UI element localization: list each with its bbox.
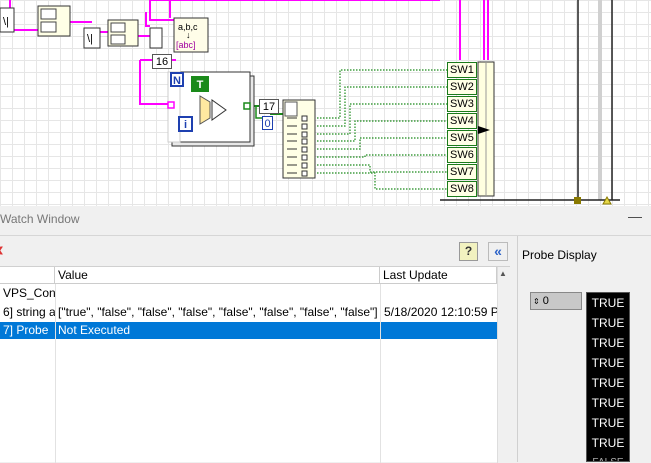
spreadsheet-string-node: a,b,c ↓ [abc] [173, 17, 209, 53]
loop-iteration-terminal[interactable]: i [178, 116, 193, 132]
probe-value: TRUE [591, 376, 625, 390]
probe-boolean-array: TRUE TRUE TRUE TRUE TRUE TRUE TRUE TRUE FALSE [586, 292, 630, 462]
row-value: ["true", "false", "false", "false", "fal… [58, 305, 378, 319]
row-name: VPS_Contr [3, 286, 55, 300]
probe-title: Probe Display [522, 248, 597, 262]
help-button[interactable]: ? [459, 242, 478, 261]
probe-value: TRUE [591, 356, 625, 370]
scroll-up-icon[interactable]: ▲ [499, 269, 507, 278]
probe-value: TRUE [591, 296, 625, 310]
probe-value: FALSE [587, 453, 629, 461]
index-array-node [282, 99, 316, 179]
const-16[interactable]: 16 [152, 54, 172, 69]
svg-text:↓: ↓ [186, 30, 191, 40]
true-constant[interactable]: T [191, 76, 209, 92]
table-row-selected[interactable]: 7] Probe Not Executed [0, 322, 497, 339]
array-index-control[interactable]: ⇕ 0 [530, 292, 582, 310]
array-index-value: 0 [542, 295, 549, 307]
svg-text:\|: \| [87, 33, 93, 45]
row-value [55, 285, 380, 303]
minimize-icon[interactable]: — [628, 208, 642, 224]
row-update [381, 322, 497, 340]
switch-indicator-6[interactable]: SW6 [447, 147, 477, 163]
svg-text:\|: \| [3, 16, 9, 28]
switch-indicator-7[interactable]: SW7 [447, 164, 477, 180]
column-header-value[interactable]: Value [55, 267, 380, 284]
row-update [381, 285, 497, 303]
switch-indicator-2[interactable]: SW2 [447, 79, 477, 95]
switch-indicator-1[interactable]: SW1 [447, 62, 477, 78]
svg-text:[abc]: [abc] [176, 40, 196, 50]
switch-indicator-3[interactable]: SW3 [447, 96, 477, 112]
block-diagram[interactable]: \| \| a,b,c ↓ [abc] 16 17 0 N i T SW1 SW… [0, 0, 651, 206]
switch-indicator-4[interactable]: SW4 [447, 113, 477, 129]
const-0[interactable]: 0 [262, 116, 273, 130]
index-stepper-icon[interactable]: ⇕ [533, 297, 540, 306]
probe-panel: Probe Display ⇕ 0 TRUE TRUE TRUE TRUE TRUE TR… [517, 236, 651, 462]
switch-indicator-8[interactable]: SW8 [447, 181, 477, 197]
row-update: 5/18/2020 12:10:59 PM [384, 305, 497, 319]
row-name: 7] Probe [3, 323, 49, 337]
const-17[interactable]: 17 [259, 99, 279, 114]
watch-table[interactable]: Value Last Update VPS_Contr 6] string a … [0, 266, 510, 463]
column-divider [380, 284, 381, 463]
column-header-last-update[interactable]: Last Update [380, 267, 497, 284]
diagram-wires: \| \| a,b,c ↓ [abc] [0, 0, 620, 205]
row-value: Not Executed [58, 323, 131, 337]
match-pattern-node: \| [0, 7, 15, 33]
probe-value: TRUE [591, 396, 625, 410]
loop-count-terminal[interactable]: N [170, 72, 184, 87]
watch-window: Watch Window — ‹ ? « Value Last Update V… [0, 206, 651, 463]
vertical-scrollbar[interactable]: ▲ [497, 267, 510, 463]
column-header-name[interactable] [0, 267, 55, 284]
row-name: 6] string a [3, 305, 55, 319]
probe-value: TRUE [591, 336, 625, 350]
collapse-panel-button[interactable]: « [488, 242, 508, 261]
delete-icon[interactable]: ‹ [0, 240, 11, 261]
probe-value: TRUE [591, 416, 625, 430]
probe-value: TRUE [591, 316, 625, 330]
probe-value: TRUE [591, 436, 625, 450]
column-divider [55, 284, 56, 463]
watch-window-title: Watch Window [0, 212, 80, 226]
switch-indicator-5[interactable]: SW5 [447, 130, 477, 146]
